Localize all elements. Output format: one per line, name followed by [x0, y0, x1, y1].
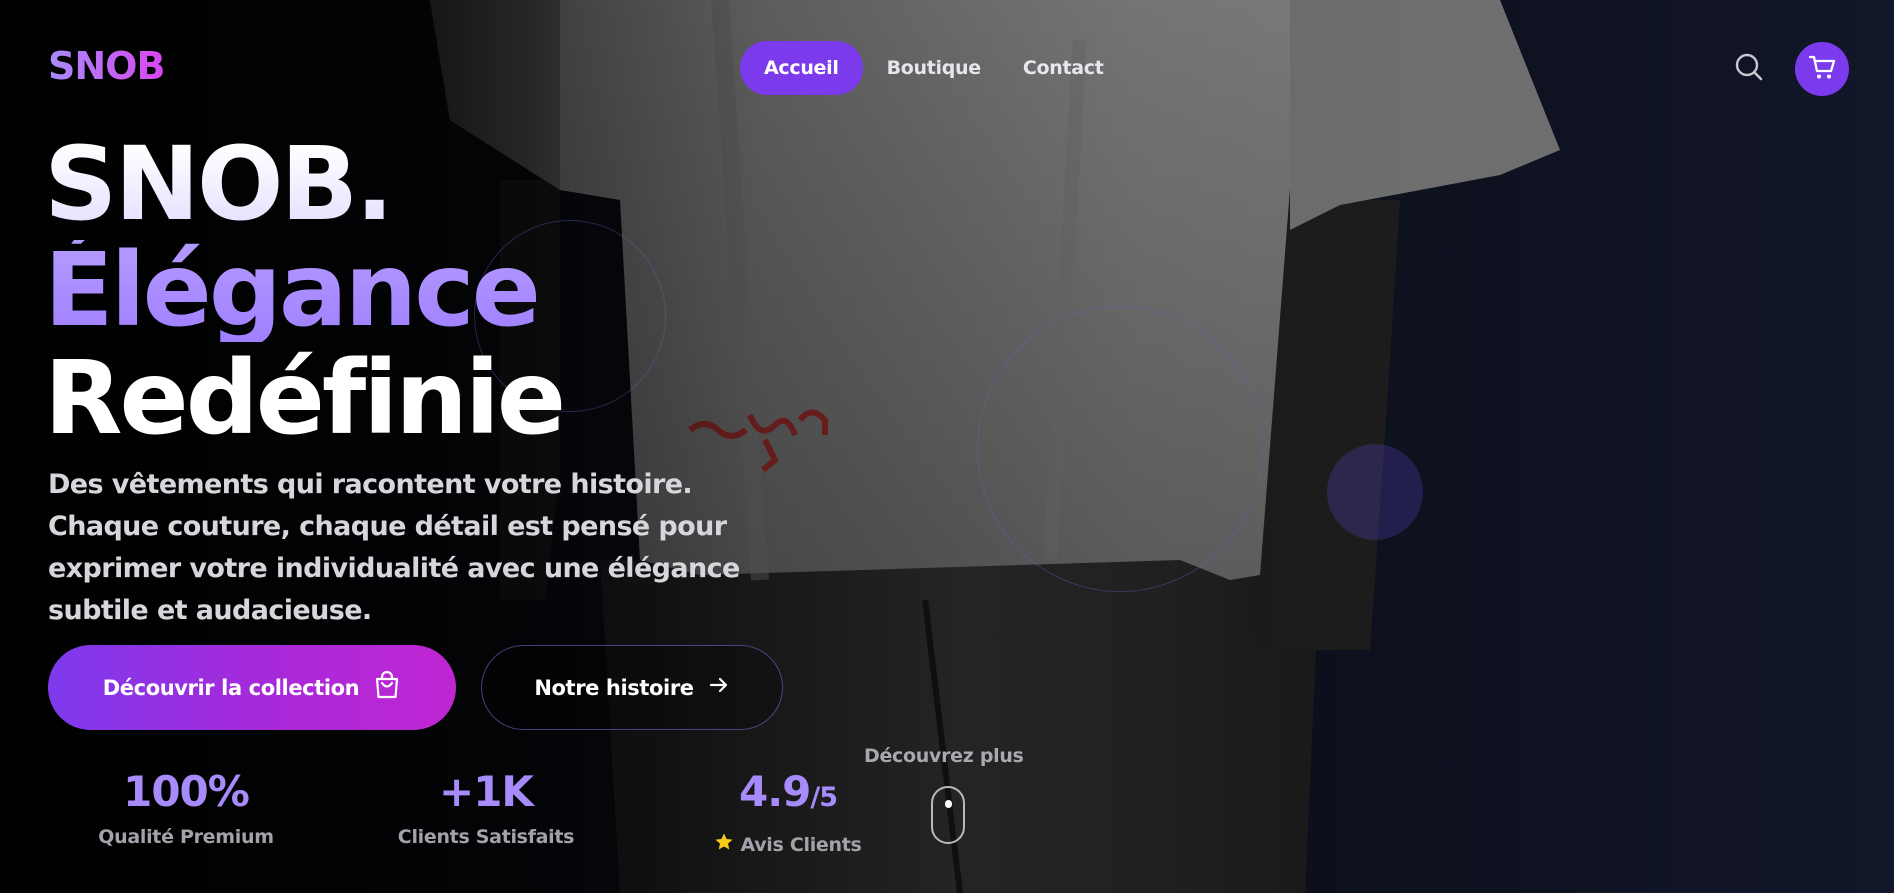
stat-label: Clients Satisfaits	[397, 826, 575, 848]
brand-logo[interactable]: SNOB	[48, 44, 165, 88]
stat-value: 100%	[123, 767, 250, 816]
mouse-scroll-dot	[945, 800, 952, 808]
discover-collection-label: Découvrir la collection	[102, 675, 360, 700]
star-icon	[714, 832, 734, 857]
cart-icon	[1807, 52, 1837, 86]
stat-label: Avis Clients	[690, 832, 886, 857]
nav-item-accueil[interactable]: Accueil	[740, 41, 863, 95]
hero-title-line-3: Redéfinie	[44, 339, 566, 458]
main-nav: Accueil Boutique Contact	[740, 41, 1122, 95]
our-story-label: Notre histoire	[534, 675, 694, 700]
arrow-right-icon	[708, 674, 730, 701]
nav-item-boutique[interactable]: Boutique	[869, 41, 999, 95]
stat-value: 4.9/5	[738, 767, 838, 816]
stat-label: Qualité Premium	[98, 826, 274, 848]
discover-more-label[interactable]: Découvrez plus	[864, 745, 1024, 767]
search-icon[interactable]	[1734, 52, 1764, 82]
nav-item-contact[interactable]: Contact	[1005, 41, 1122, 95]
decor-ring	[977, 306, 1263, 592]
hero-section: SNOB Accueil Boutique Contact SNOB. Élég…	[0, 0, 1894, 893]
discover-collection-button[interactable]: Découvrir la collection	[48, 645, 456, 730]
decor-blob	[1327, 444, 1423, 540]
hero-title-line-1: SNOB.	[44, 125, 394, 244]
stat-value: +1K	[439, 767, 534, 816]
shopping-bag-icon	[373, 670, 401, 705]
stat-reviews: 4.9/5 Avis Clients	[690, 768, 886, 857]
our-story-button[interactable]: Notre histoire	[481, 645, 783, 730]
cart-button[interactable]	[1795, 42, 1849, 96]
hero-title-line-2: Élégance	[44, 231, 541, 350]
hero-description: Des vêtements qui racontent votre histoi…	[48, 469, 740, 626]
mouse-scroll-icon[interactable]	[931, 786, 965, 844]
stat-clients: +1K Clients Satisfaits	[384, 767, 588, 849]
stat-quality: 100% Qualité Premium	[84, 767, 288, 849]
